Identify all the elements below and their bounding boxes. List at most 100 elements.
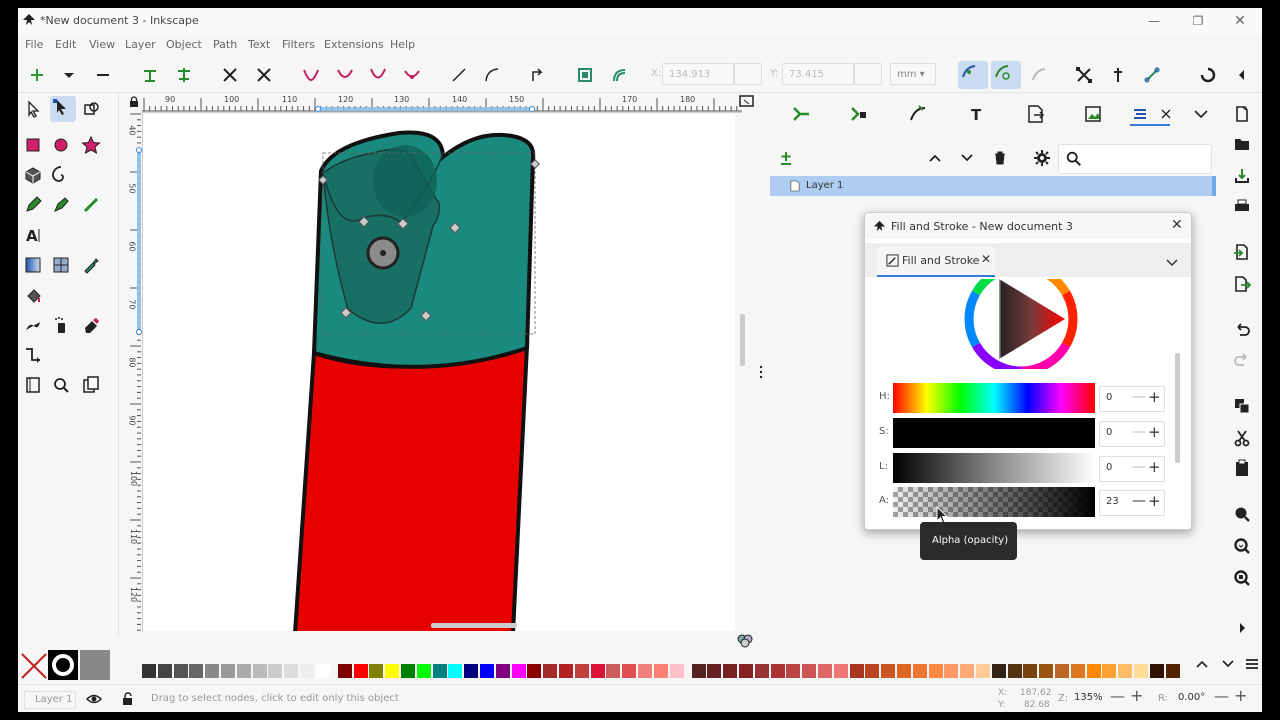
rectangle-tool-icon[interactable] (22, 134, 44, 156)
panel-resize-handle[interactable] (759, 364, 763, 380)
palette-swatch[interactable] (300, 664, 314, 678)
palette-swatch[interactable] (236, 664, 251, 678)
save-document-icon[interactable] (1232, 166, 1252, 186)
color-wheel[interactable] (963, 279, 1083, 369)
hue-spinbox[interactable]: 0— + (1099, 386, 1165, 412)
shape-builder-tool-icon[interactable] (80, 98, 102, 120)
palette-swatch[interactable] (1007, 664, 1022, 678)
lightness-slider[interactable] (893, 453, 1095, 483)
join-nodes-icon[interactable] (139, 64, 161, 86)
node-tool-icon[interactable] (50, 96, 76, 122)
maximize-icon[interactable]: ❐ (1188, 11, 1208, 31)
palette-swatch[interactable] (559, 664, 573, 678)
zoom-in-button[interactable]: + (1130, 686, 1143, 705)
snap-toggle-icon[interactable] (1197, 64, 1219, 86)
paste-icon[interactable] (1232, 458, 1252, 478)
color-management-icon[interactable] (736, 632, 754, 648)
ellipse-tool-icon[interactable] (50, 134, 72, 156)
menu-object[interactable]: Object (166, 38, 202, 51)
palette-swatch[interactable] (928, 664, 943, 678)
palette-swatch[interactable] (976, 664, 990, 678)
undo-icon[interactable] (1232, 320, 1252, 340)
palette-swatch[interactable] (723, 664, 738, 678)
unit-select[interactable]: mm ▾ (890, 63, 936, 85)
horizontal-ruler[interactable]: 90 100 110 120 130 140 150 170 180 (142, 94, 742, 113)
delete-layer-icon[interactable] (990, 148, 1010, 168)
clip-path-edit-icon[interactable] (608, 64, 630, 86)
palette-swatch[interactable] (337, 664, 352, 678)
tweak-tool-icon[interactable] (22, 314, 44, 336)
layer-row[interactable]: Layer 1 (770, 176, 1212, 196)
spiral-tool-icon[interactable] (50, 164, 72, 186)
align-tab-icon[interactable] (788, 102, 814, 126)
zoom-value[interactable]: 135% (1074, 692, 1103, 703)
menu-extensions[interactable]: Extensions (324, 38, 384, 51)
connector-tool-icon[interactable] (22, 344, 44, 366)
layer-list-scrollbar[interactable] (1212, 176, 1216, 196)
rotate-ccw-button[interactable]: — (1214, 687, 1229, 705)
palette-swatch[interactable] (960, 664, 975, 678)
palette-swatch[interactable] (416, 664, 431, 678)
palette-swatch[interactable] (1086, 664, 1101, 678)
palette-swatch[interactable] (401, 664, 415, 678)
image-properties-tab-icon[interactable] (1080, 102, 1106, 126)
segment-curve-icon[interactable] (481, 64, 503, 86)
commands-overflow-icon[interactable] (1232, 618, 1252, 638)
lpe-edit-icon[interactable] (1028, 64, 1050, 86)
palette-swatch[interactable] (622, 664, 637, 678)
palette-swatch[interactable] (691, 664, 706, 678)
palette-swatch[interactable] (590, 664, 605, 678)
text-font-tab-icon[interactable]: T (964, 102, 990, 126)
zoom-drawing-icon[interactable] (1232, 536, 1252, 556)
alpha-slider[interactable] (893, 487, 1095, 517)
palette-swatch[interactable] (669, 664, 684, 678)
menu-file[interactable]: File (25, 38, 43, 51)
rotate-cw-button[interactable]: + (1234, 686, 1247, 705)
palette-swatch[interactable] (833, 664, 848, 678)
text-tool-icon[interactable]: A (22, 224, 44, 246)
export-icon[interactable] (1232, 274, 1252, 294)
dialog-title-bar[interactable]: Fill and Stroke - New document 3 ✕ (865, 213, 1191, 239)
transform-handles-icon[interactable] (1073, 64, 1095, 86)
add-layer-icon[interactable] (776, 148, 796, 168)
palette-swatch[interactable] (802, 664, 817, 678)
layer-search-input[interactable] (1058, 144, 1212, 174)
zoom-page-icon[interactable] (1232, 568, 1252, 588)
dialog-scrollbar[interactable] (1175, 353, 1180, 463)
palette-swatch[interactable] (849, 664, 864, 678)
current-layer-select[interactable]: Layer 1 (24, 691, 76, 709)
fill-stroke-tab[interactable]: Fill and Stroke ✕ (877, 247, 995, 277)
palette-swatch[interactable] (1149, 664, 1164, 678)
palette-swatch[interactable] (353, 664, 368, 678)
smooth-node-icon[interactable] (334, 64, 356, 86)
palette-swatch[interactable] (1070, 664, 1085, 678)
palette-swatch[interactable] (284, 664, 299, 678)
delete-node-icon[interactable] (92, 64, 114, 86)
menu-path[interactable]: Path (213, 38, 237, 51)
palette-swatch[interactable] (912, 664, 927, 678)
palette-menu-icon[interactable] (1244, 656, 1260, 672)
zoom-tool-icon[interactable] (50, 374, 72, 396)
dialog-close-icon[interactable]: ✕ (1171, 217, 1183, 233)
palette-swatch[interactable] (221, 664, 235, 678)
paint-bucket-tool-icon[interactable] (22, 284, 44, 306)
alpha-spinbox[interactable]: 23— + (1099, 490, 1165, 516)
rotation-value[interactable]: 0.00° (1178, 692, 1205, 703)
dropper-tool-icon[interactable] (80, 254, 102, 276)
palette-scroll-up-icon[interactable] (1194, 656, 1210, 672)
menu-text[interactable]: Text (248, 38, 270, 51)
move-layer-down-icon[interactable] (957, 148, 977, 168)
palette-swatch[interactable] (189, 664, 204, 678)
palette-swatch[interactable] (1102, 664, 1117, 678)
menu-filters[interactable]: Filters (282, 38, 315, 51)
palette-swatch[interactable] (1118, 664, 1133, 678)
palette-scroll-down-icon[interactable] (1220, 656, 1236, 672)
palette-swatch[interactable] (369, 664, 384, 678)
show-outline-icon[interactable] (991, 61, 1021, 89)
copy-icon[interactable] (1232, 396, 1252, 416)
y-coordinate-input[interactable]: 73.415 (782, 63, 854, 85)
cut-icon[interactable] (1232, 428, 1252, 448)
export-tab-icon[interactable] (1022, 102, 1048, 126)
palette-swatch[interactable] (173, 664, 188, 678)
palette-swatch[interactable] (770, 664, 785, 678)
